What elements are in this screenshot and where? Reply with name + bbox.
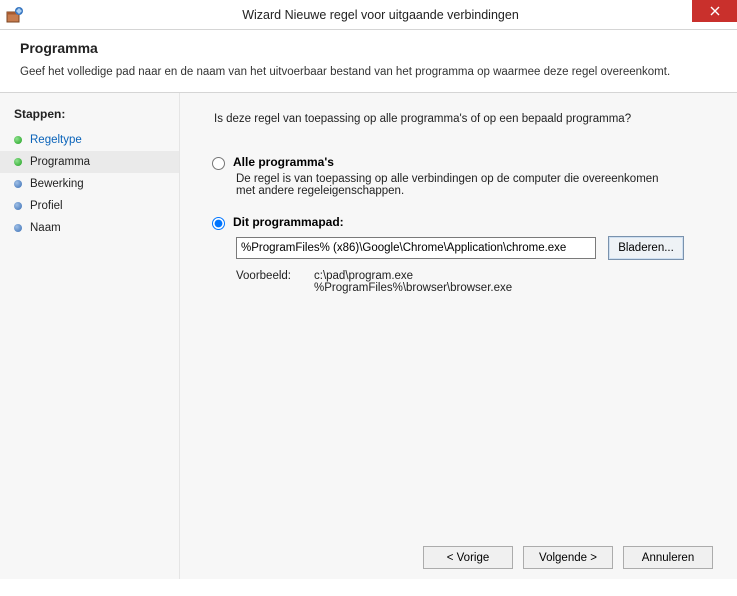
- browse-button[interactable]: Bladeren...: [608, 236, 684, 260]
- step-bullet-icon: [14, 158, 22, 166]
- sidebar-item-bewerking[interactable]: Bewerking: [0, 173, 179, 195]
- wizard-footer: < Vorige Volgende > Annuleren: [214, 532, 713, 569]
- example-value: c:\pad\program.exe %ProgramFiles%\browse…: [314, 270, 512, 294]
- option-all-desc: De regel is van toepassing op alle verbi…: [236, 173, 666, 197]
- sidebar-item-profiel[interactable]: Profiel: [0, 195, 179, 217]
- window-title: Wizard Nieuwe regel voor uitgaande verbi…: [24, 8, 737, 22]
- option-label: Dit programmapad:: [233, 215, 344, 229]
- next-button[interactable]: Volgende >: [523, 546, 613, 569]
- radio-all-programs[interactable]: [212, 157, 225, 170]
- wizard-main: Is deze regel van toepassing op alle pro…: [180, 93, 737, 579]
- sidebar-item-label: Profiel: [30, 200, 63, 212]
- cancel-button[interactable]: Annuleren: [623, 546, 713, 569]
- sidebar-item-programma[interactable]: Programma: [0, 151, 179, 173]
- radio-program-path[interactable]: [212, 217, 225, 230]
- titlebar: Wizard Nieuwe regel voor uitgaande verbi…: [0, 0, 737, 30]
- sidebar-item-label: Bewerking: [30, 178, 84, 190]
- program-path-input[interactable]: [236, 237, 596, 259]
- example-label: Voorbeeld:: [236, 270, 314, 294]
- step-bullet-icon: [14, 224, 22, 232]
- close-button[interactable]: [692, 0, 737, 22]
- steps-title: Stappen:: [0, 103, 179, 129]
- question-text: Is deze regel van toepassing op alle pro…: [214, 113, 713, 125]
- close-icon: [710, 6, 720, 16]
- step-bullet-icon: [14, 202, 22, 210]
- sidebar-item-regeltype[interactable]: Regeltype: [0, 129, 179, 151]
- option-all-programs[interactable]: Alle programma's: [212, 155, 713, 170]
- sidebar-item-label: Programma: [30, 156, 90, 168]
- steps-sidebar: Stappen: Regeltype Programma Bewerking P…: [0, 93, 180, 579]
- sidebar-item-label: Naam: [30, 222, 61, 234]
- page-subtitle: Geef het volledige pad naar en de naam v…: [20, 66, 717, 78]
- sidebar-item-naam[interactable]: Naam: [0, 217, 179, 239]
- sidebar-item-label: Regeltype: [30, 134, 82, 146]
- wizard-header: Programma Geef het volledige pad naar en…: [0, 30, 737, 93]
- step-bullet-icon: [14, 180, 22, 188]
- option-program-path[interactable]: Dit programmapad:: [212, 215, 713, 230]
- firewall-icon: [6, 6, 24, 24]
- option-label: Alle programma's: [233, 155, 334, 169]
- back-button[interactable]: < Vorige: [423, 546, 513, 569]
- step-bullet-icon: [14, 136, 22, 144]
- page-title: Programma: [20, 40, 717, 56]
